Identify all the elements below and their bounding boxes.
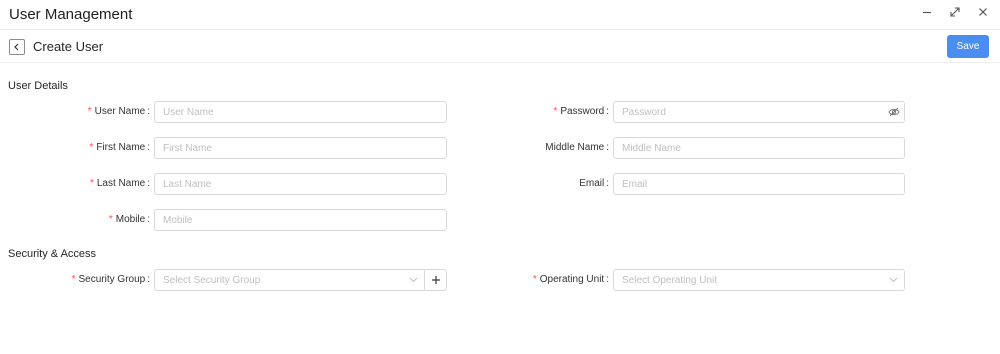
chevron-down-icon: [402, 270, 424, 290]
window-controls: [920, 4, 990, 20]
password-field[interactable]: [613, 101, 905, 123]
operating-unit-placeholder: Select Operating Unit: [622, 274, 718, 286]
chevron-left-icon: [14, 43, 19, 51]
password-label: * Password:: [553, 106, 609, 117]
back-button[interactable]: [9, 39, 25, 55]
eye-off-icon[interactable]: [884, 102, 904, 122]
middle-name-field[interactable]: [613, 137, 905, 159]
minimize-icon[interactable]: [920, 4, 934, 20]
first-name-field[interactable]: [154, 137, 447, 159]
email-field[interactable]: [613, 173, 905, 195]
last-name-input[interactable]: [155, 174, 446, 194]
page-title: Create User: [33, 39, 104, 54]
last-name-label: * Last Name:: [89, 178, 150, 189]
first-name-label: * First Name:: [89, 142, 150, 153]
chevron-down-icon: [882, 270, 904, 290]
password-input[interactable]: [614, 102, 884, 122]
save-button[interactable]: Save: [947, 35, 989, 58]
section-title-security-access: Security & Access: [8, 248, 97, 260]
security-group-select[interactable]: Select Security Group: [154, 269, 425, 291]
security-group-label: * Security Group:: [71, 274, 150, 285]
operating-unit-label: * Operating Unit:: [532, 274, 609, 285]
last-name-field[interactable]: [154, 173, 447, 195]
app-title: User Management: [9, 5, 133, 23]
middle-name-input[interactable]: [614, 138, 904, 158]
mobile-input[interactable]: [155, 210, 446, 230]
mobile-field[interactable]: [154, 209, 447, 231]
title-bar: User Management: [0, 0, 1000, 28]
close-icon[interactable]: [976, 4, 990, 20]
plus-icon: [431, 276, 440, 284]
email-label: Email:: [579, 178, 609, 189]
security-group-placeholder: Select Security Group: [163, 274, 261, 286]
section-title-user-details: User Details: [8, 80, 68, 92]
user-name-field[interactable]: [154, 101, 447, 123]
expand-icon[interactable]: [948, 4, 962, 20]
first-name-input[interactable]: [155, 138, 446, 158]
user-name-input[interactable]: [155, 102, 446, 122]
operating-unit-select[interactable]: Select Operating Unit: [613, 269, 905, 291]
mobile-label: * Mobile:: [108, 214, 150, 225]
page-header: Create User: [0, 29, 1000, 63]
email-input[interactable]: [614, 174, 904, 194]
user-name-label: * User Name:: [87, 106, 150, 117]
add-security-group-button[interactable]: [425, 269, 447, 291]
middle-name-label: Middle Name:: [545, 142, 609, 153]
